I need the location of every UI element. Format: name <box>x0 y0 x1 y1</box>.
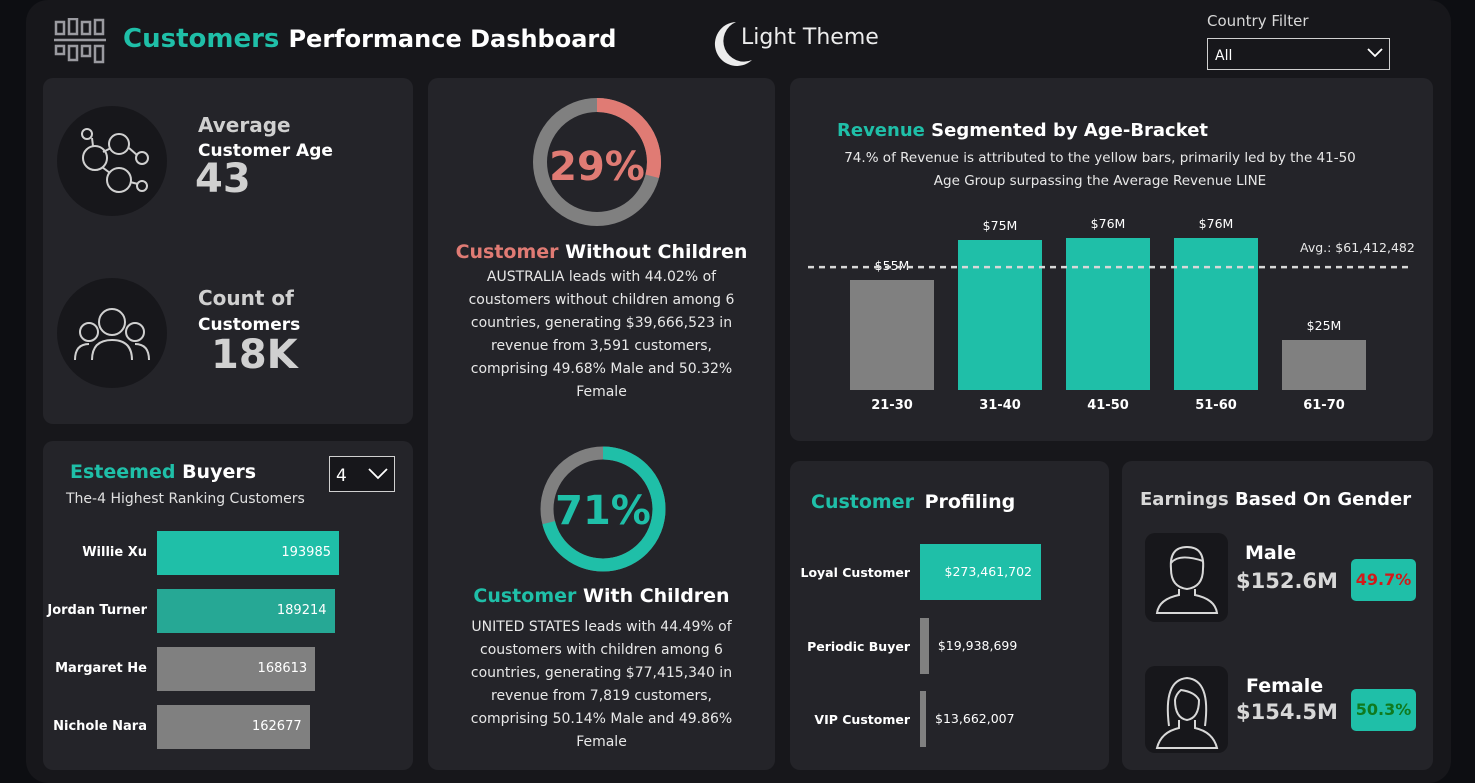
revenue-data-label: $76M <box>1091 216 1126 231</box>
revenue-bar[interactable] <box>958 240 1042 390</box>
gender-title: Earnings Based On Gender <box>1140 489 1411 510</box>
page-title-rest: Performance Dashboard <box>288 25 617 53</box>
revenue-title: Revenue Segmented by Age-Bracket <box>837 120 1208 141</box>
revenue-data-label: $75M <box>983 218 1018 233</box>
revenue-category-label: 61-70 <box>1303 398 1345 413</box>
theme-label: Light Theme <box>741 25 879 50</box>
buyer-value: 168613 <box>257 661 308 676</box>
buyer-name: Willie Xu <box>82 545 147 560</box>
buyers-panel: Esteemed Buyers The-4 Highest Ranking Cu… <box>43 441 413 770</box>
buyers-title-rest: Buyers <box>182 461 257 483</box>
with-children-title-accent: Customer <box>473 585 577 607</box>
revenue-bar[interactable] <box>1282 340 1366 390</box>
profile-value: $13,662,007 <box>935 711 1015 726</box>
country-filter-label: Country Filter <box>1207 12 1309 30</box>
avg-age-icon <box>57 106 167 216</box>
profiling-panel: Customer Profiling Loyal Customer $273,46… <box>790 461 1109 770</box>
without-children-title-rest: Without Children <box>565 241 748 263</box>
children-panel: 29% Customer Without Children AUSTRALIA … <box>428 78 775 770</box>
with-children-title-rest: With Children <box>583 585 730 607</box>
revenue-category-label: 31-40 <box>979 398 1021 413</box>
revenue-bar[interactable] <box>1174 238 1258 390</box>
male-value: $152.6M <box>1236 569 1338 593</box>
profile-name: Loyal Customer <box>800 565 910 580</box>
avg-age-title: Average <box>198 113 291 137</box>
buyer-bar[interactable]: 193985 <box>157 531 339 575</box>
topn-select[interactable]: 4 <box>329 456 395 492</box>
page-title: Customers Performance Dashboard <box>123 24 616 54</box>
page-title-accent: Customers <box>123 24 280 54</box>
revenue-category-label: 41-50 <box>1087 398 1129 413</box>
with-children-text: UNITED STATES leads with 44.49% of coust… <box>470 619 733 750</box>
revenue-bar[interactable] <box>850 280 934 390</box>
revenue-bar-chart: $55M 21-30 $75M 31-40 $76M 41-50 $76M 51-60 $25M… <box>808 216 1412 413</box>
revenue-subtitle-2: Age Group surpassing the Average Revenue… <box>933 173 1267 189</box>
male-label: Male <box>1245 542 1297 564</box>
topn-value: 4 <box>336 466 347 486</box>
revenue-title-accent: Revenue <box>837 120 925 141</box>
buyers-title-accent: Esteemed <box>70 461 176 483</box>
profile-value: $19,938,699 <box>937 638 1018 653</box>
buyers-subtitle: The-4 Highest Ranking Customers <box>66 491 305 507</box>
profile-name: Periodic Buyer <box>807 639 910 654</box>
profiling-title-accent: Customer <box>811 491 914 513</box>
buyer-name: Margaret He <box>55 661 147 676</box>
male-percent-badge: 49.7% <box>1351 559 1416 601</box>
logo-icon <box>52 17 108 68</box>
buyer-bar[interactable]: 168613 <box>157 647 316 691</box>
revenue-data-label: $25M <box>1307 318 1342 333</box>
profiling-title-rest: Profiling <box>924 491 1016 513</box>
male-avatar-icon <box>1145 533 1228 622</box>
without-children-title-accent: Customer <box>455 241 559 263</box>
female-percent-badge: 50.3% <box>1351 689 1416 731</box>
buyer-name: Nichole Nara <box>53 719 147 734</box>
revenue-subtitle-1: 74.% of Revenue is attributed to the yel… <box>844 150 1356 166</box>
buyer-value: 189214 <box>276 603 327 618</box>
kpi-panel: Average Customer Age 43 Count of Custome… <box>43 78 413 424</box>
without-children-percent: 29% <box>549 144 645 190</box>
female-label: Female <box>1246 675 1324 697</box>
revenue-panel: Revenue Segmented by Age-Bracket 74.% of… <box>790 78 1433 441</box>
profiling-title: Customer Profiling <box>811 491 1015 513</box>
country-filter-select[interactable]: All <box>1207 38 1390 70</box>
gender-title-rest: Based On Gender <box>1235 489 1412 510</box>
revenue-category-label: 51-60 <box>1195 398 1237 413</box>
avg-age-value: 43 <box>195 156 251 202</box>
female-value: $154.5M <box>1236 700 1338 724</box>
buyer-bar[interactable]: 162677 <box>157 705 310 749</box>
revenue-bar[interactable] <box>1066 238 1150 390</box>
without-children-text: AUSTRALIA leads with 44.02% of coustomer… <box>468 269 735 400</box>
with-children-percent: 71% <box>555 488 651 534</box>
theme-toggle[interactable]: Light Theme <box>710 16 890 66</box>
without-children-title: Customer Without Children <box>428 241 775 263</box>
buyer-bar[interactable]: 189214 <box>157 589 335 633</box>
profile-name: VIP Customer <box>814 712 910 727</box>
revenue-data-label: $76M <box>1199 216 1234 231</box>
revenue-title-rest: Segmented by Age-Bracket <box>931 120 1209 141</box>
count-title: Count of <box>198 286 294 310</box>
profile-bar[interactable] <box>920 691 927 747</box>
buyer-value: 162677 <box>251 719 302 734</box>
buyer-value: 193985 <box>281 545 331 560</box>
revenue-data-label: $55M <box>875 258 910 273</box>
buyers-title: Esteemed Buyers <box>70 461 256 483</box>
count-value: 18K <box>211 332 298 378</box>
buyer-name: Jordan Turner <box>47 603 147 618</box>
gender-panel: Earnings Based On Gender Male $152.6M 49… <box>1122 461 1433 770</box>
average-line-label: Avg.: $61,412,482 <box>1300 240 1415 255</box>
with-children-title: Customer With Children <box>428 585 775 607</box>
customers-icon <box>57 278 167 388</box>
chevron-down-icon <box>1367 48 1383 58</box>
gender-title-accent: Earnings <box>1140 489 1229 510</box>
chevron-down-icon <box>368 468 388 480</box>
profile-value: $273,461,702 <box>944 564 1032 579</box>
country-filter-value: All <box>1215 48 1233 64</box>
revenue-category-label: 21-30 <box>871 398 913 413</box>
profile-bar[interactable] <box>920 618 929 674</box>
female-avatar-icon <box>1145 666 1228 753</box>
